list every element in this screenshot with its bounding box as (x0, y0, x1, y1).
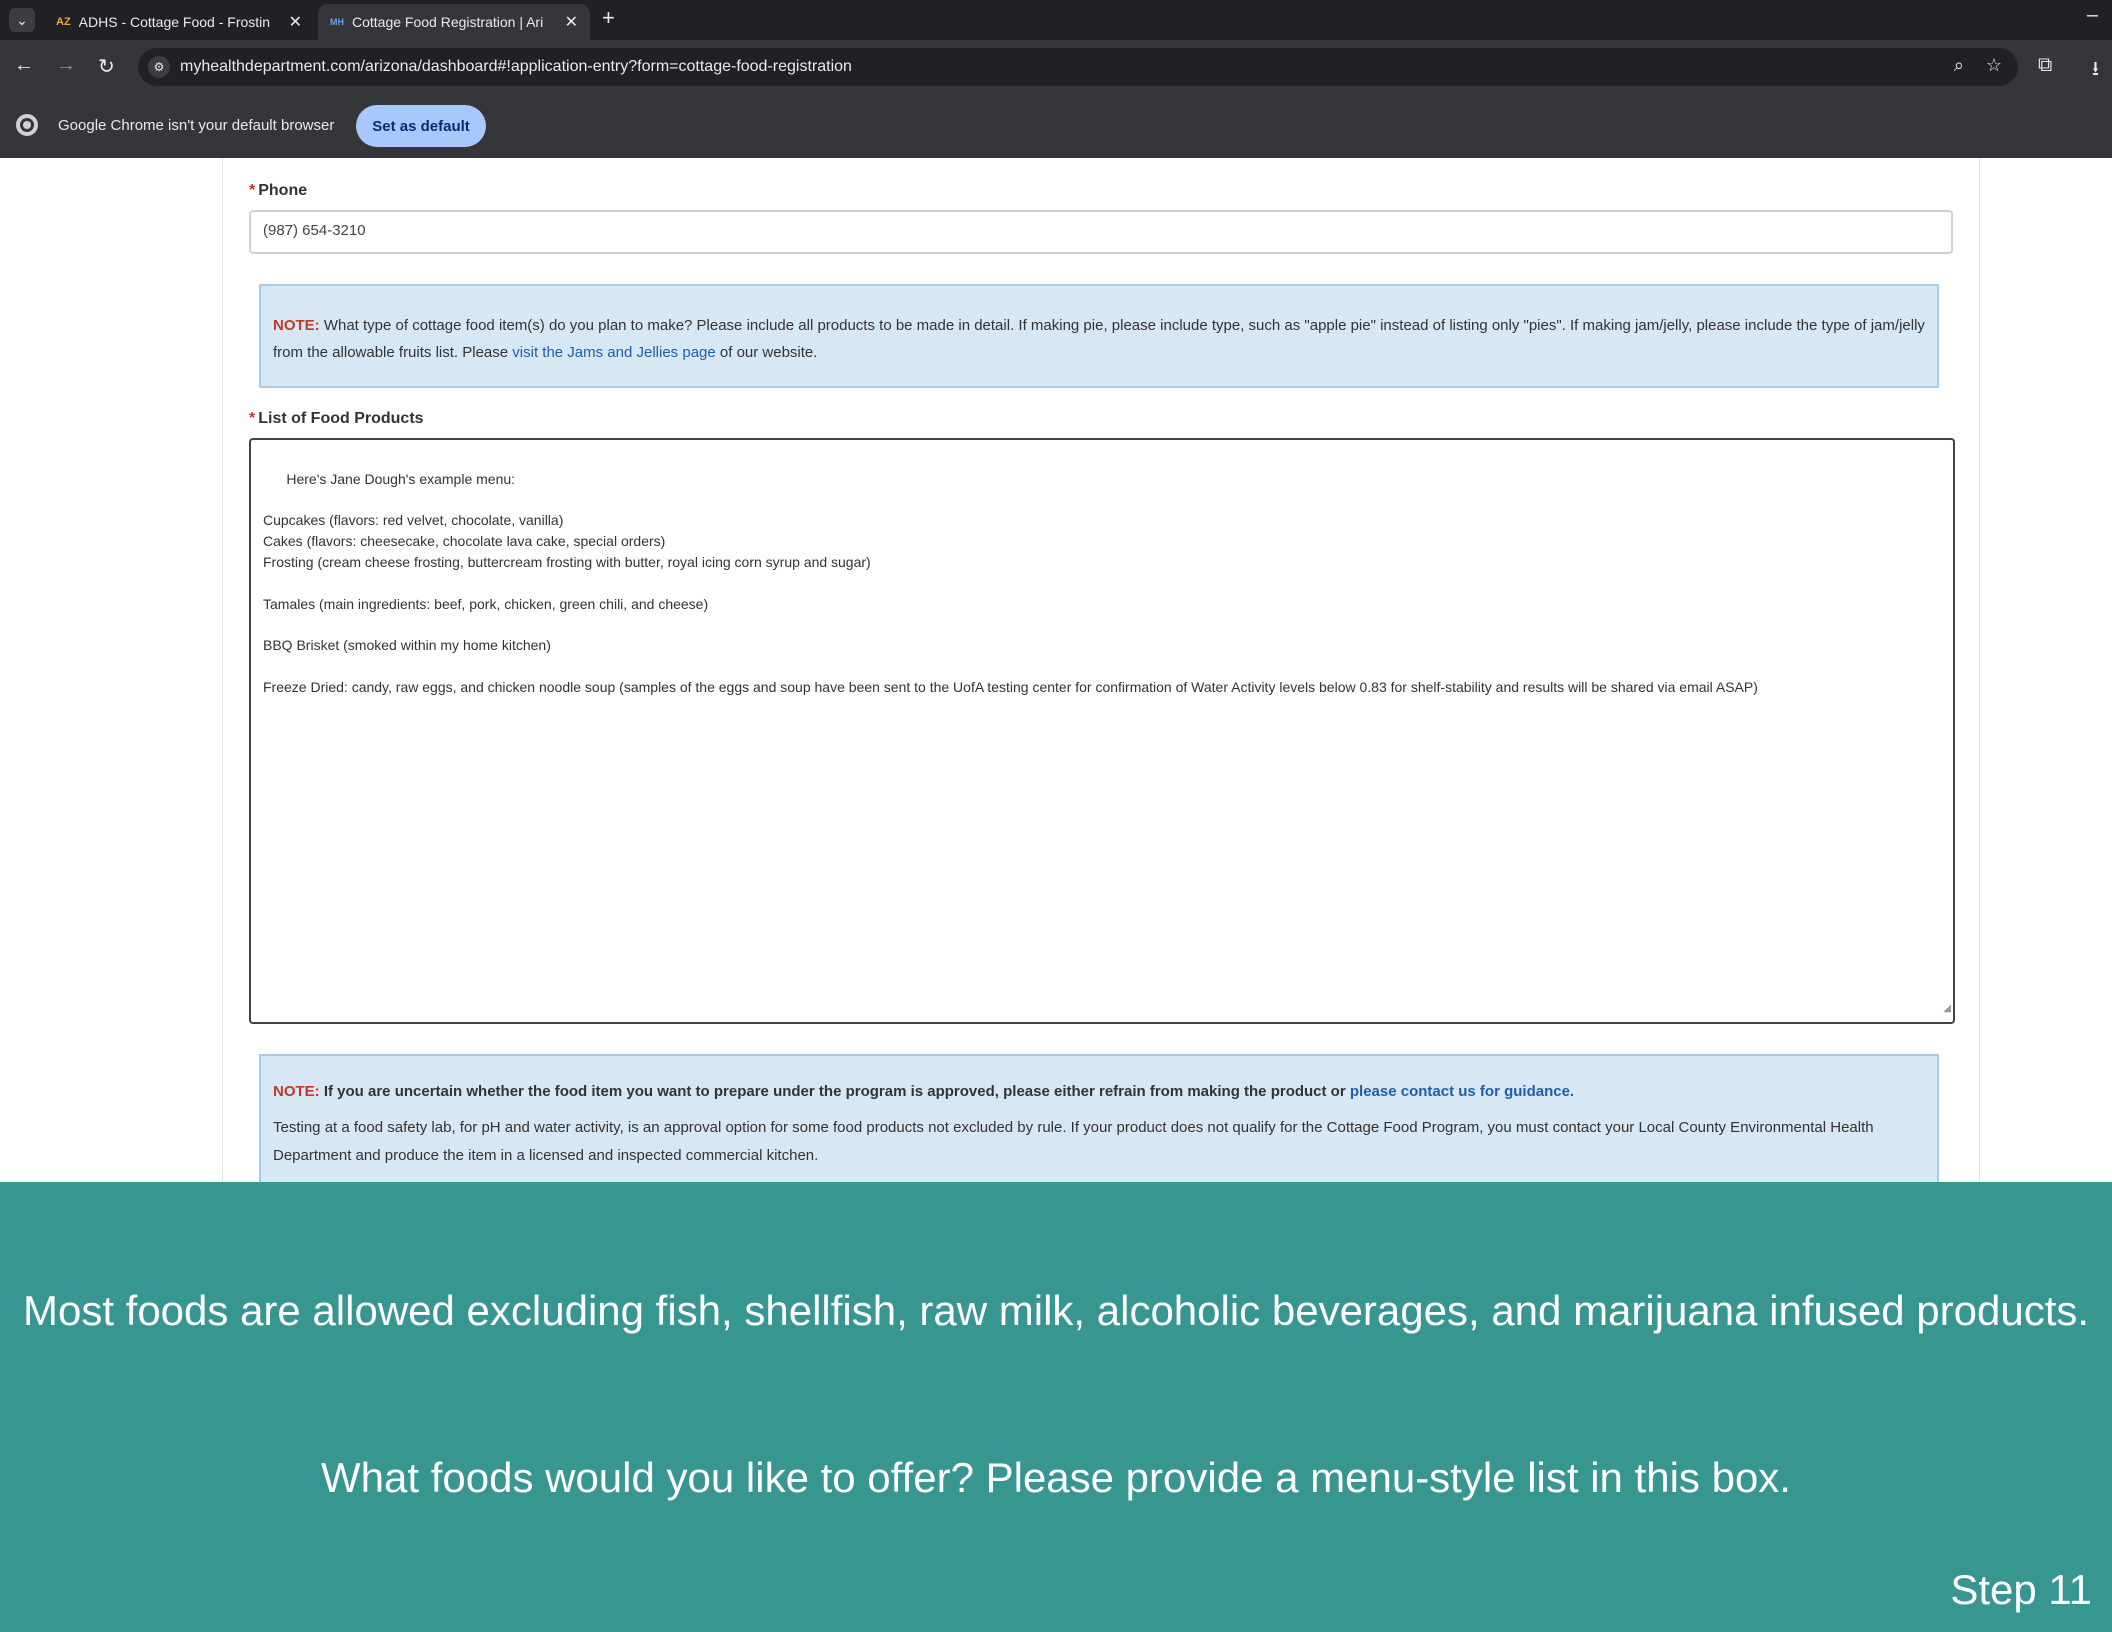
food-products-label-text: List of Food Products (258, 410, 424, 427)
approval-note-paragraph: Testing at a food safety lab, for pH and… (273, 1119, 1874, 1164)
chevron-down-icon: ⌄ (16, 11, 28, 28)
resize-handle-icon[interactable]: ◢ (1943, 999, 1951, 1020)
approval-note: NOTE: If you are uncertain whether the f… (259, 1054, 1939, 1182)
instruction-banner: Most foods are allowed excluding fish, s… (0, 1182, 2112, 1632)
chrome-logo-icon (16, 114, 38, 136)
jams-jellies-link[interactable]: visit the Jams and Jellies page (512, 344, 715, 361)
set-as-default-button[interactable]: Set as default (356, 105, 486, 147)
tab-cottage-food-registration[interactable]: MH Cottage Food Registration | Ari ✕ (318, 4, 590, 40)
az-favicon-icon: AZ (56, 16, 71, 28)
step-label: Step 11 (1950, 1566, 2092, 1613)
browser-toolbar: ← → ↻ ⚙ myhealthdepartment.com/arizona/d… (0, 40, 2112, 96)
tab-title: ADHS - Cottage Food - Frostin (78, 14, 271, 30)
forward-button[interactable]: → (56, 54, 76, 77)
contact-guidance-link[interactable]: please contact us for guidance. (1350, 1083, 1574, 1100)
approval-note-heading: NOTE: If you are uncertain whether the f… (273, 1078, 1927, 1106)
required-marker: * (249, 410, 256, 427)
banner-line-2: What foods would you like to offer? Plea… (321, 1454, 1791, 1501)
food-items-note: NOTE: What type of cottage food item(s) … (259, 284, 1939, 388)
site-info-icon[interactable]: ⚙ (148, 56, 170, 78)
tab-strip: ⌄ AZ ADHS - Cottage Food - Frostin ✕ MH … (0, 0, 2112, 40)
close-tab-icon[interactable]: ✕ (565, 12, 578, 32)
myhealth-favicon-icon: MH (330, 17, 344, 27)
required-marker: * (249, 182, 256, 199)
url-text[interactable]: myhealthdepartment.com/arizona/dashboard… (180, 58, 852, 76)
download-icon[interactable]: ⭳ (2092, 54, 2099, 88)
infobar-message: Google Chrome isn't your default browser (58, 117, 335, 134)
phone-label: * Phone (249, 182, 307, 200)
page-content: * Phone (987) 654-3210 NOTE: What type of… (0, 158, 2112, 1182)
food-products-text: Here's Jane Dough's example menu: Cupcak… (263, 470, 1758, 695)
close-tab-icon[interactable]: ✕ (289, 12, 302, 32)
minimize-window-button[interactable]: – (2087, 4, 2098, 27)
phone-label-text: Phone (258, 182, 308, 199)
back-button[interactable]: ← (14, 54, 34, 77)
reload-button[interactable]: ↻ (98, 54, 115, 79)
address-bar[interactable]: ⚙ myhealthdepartment.com/arizona/dashboa… (138, 48, 2018, 86)
default-browser-infobar: Google Chrome isn't your default browser… (0, 96, 2112, 158)
tab-search-button[interactable]: ⌄ (9, 8, 35, 32)
banner-line-1: Most foods are allowed excluding fish, s… (22, 1287, 2090, 1334)
note-label: NOTE: (273, 1083, 320, 1100)
bookmark-star-icon[interactable]: ☆ (1986, 55, 2002, 76)
note-tail: of our website. (715, 344, 818, 361)
new-tab-button[interactable]: + (602, 5, 615, 31)
zoom-icon[interactable]: ⌕ (1954, 55, 1964, 76)
food-products-label: * List of Food Products (249, 410, 424, 428)
extensions-icon[interactable]: ⧉ (2038, 54, 2052, 77)
phone-input[interactable]: (987) 654-3210 (249, 210, 1953, 254)
form-panel: * Phone (987) 654-3210 NOTE: What type of… (222, 158, 1980, 1182)
tab-title: Cottage Food Registration | Ari (352, 14, 544, 30)
food-products-textarea[interactable]: Here's Jane Dough's example menu: Cupcak… (249, 438, 1955, 1024)
note-label: NOTE: (273, 317, 320, 334)
tab-adhs-cottage-food[interactable]: AZ ADHS - Cottage Food - Frostin ✕ (44, 4, 314, 40)
note-text: If you are uncertain whether the food it… (319, 1083, 1350, 1100)
